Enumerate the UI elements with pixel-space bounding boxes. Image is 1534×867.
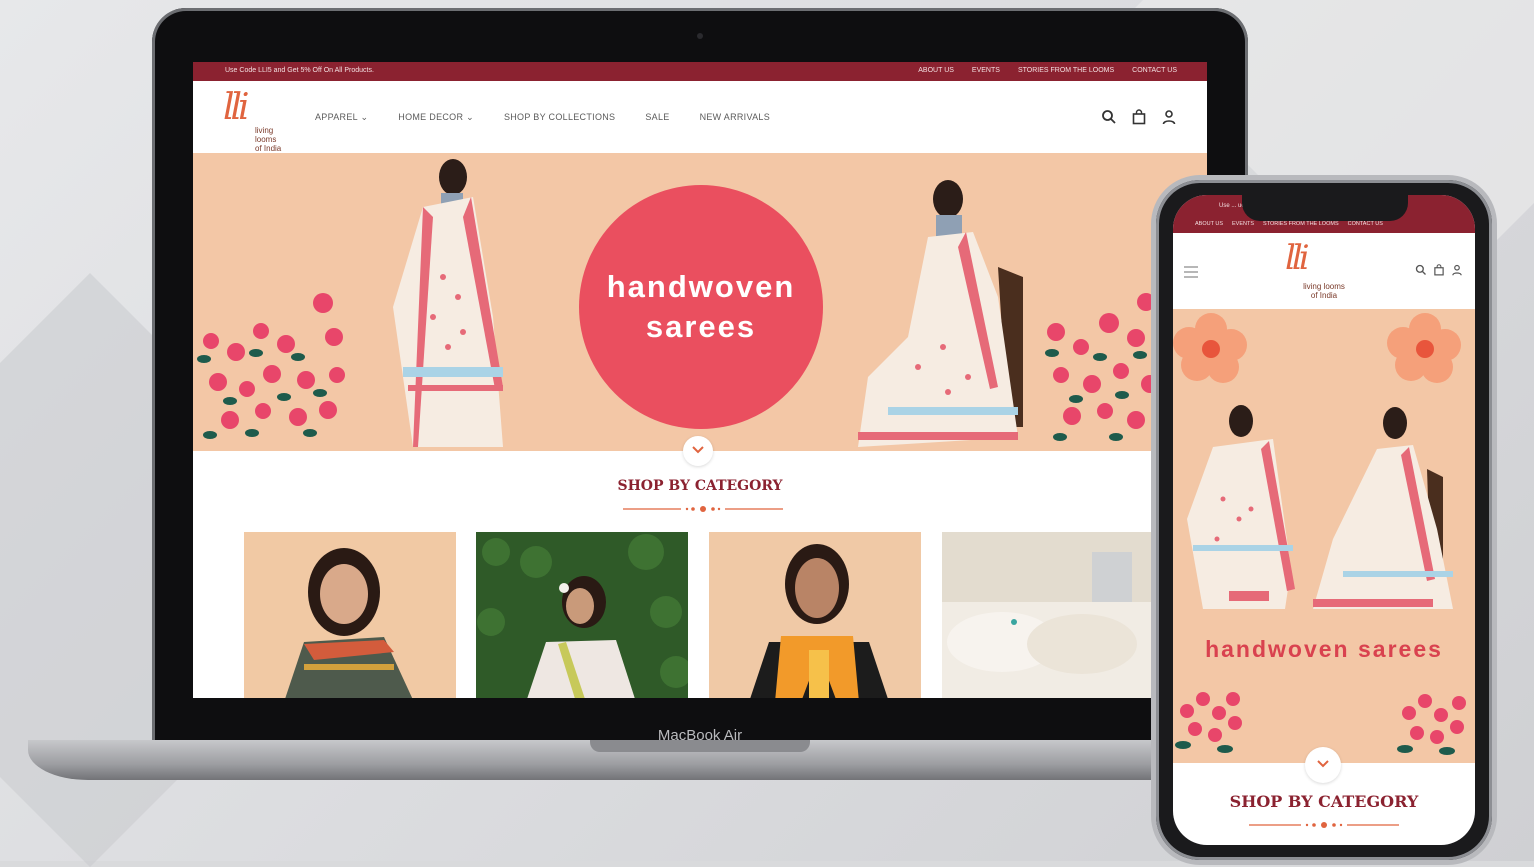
category-image (942, 552, 1154, 698)
logo-subtitle: living looms of India (1289, 282, 1359, 300)
topbar-link-events[interactable]: EVENTS (972, 67, 1000, 74)
chevron-down-icon (692, 446, 704, 454)
bag-icon[interactable] (1433, 264, 1445, 276)
section-title: SHOP BY CATEGORY (1229, 792, 1419, 811)
topbar-link-about[interactable]: ABOUT US (1195, 221, 1223, 227)
section-title: SHOP BY CATEGORY (617, 478, 783, 494)
announcement-bar: Use Code LLI5 and Get 5% Off On All Prod… (193, 62, 1207, 81)
nav-item-home-decor[interactable]: HOME DECOR ⌄ (398, 112, 474, 123)
scroll-down-button[interactable] (1305, 747, 1341, 783)
category-card-sarees[interactable] (244, 532, 456, 698)
hero-banner[interactable]: handwoven sarees (1173, 309, 1475, 763)
scroll-down-button[interactable] (683, 436, 713, 466)
topbar-links: ABOUT US EVENTS STORIES FROM THE LOOMS C… (918, 67, 1177, 74)
laptop-camera (697, 33, 703, 39)
bag-icon[interactable] (1131, 109, 1147, 125)
flower-illustration-top-right (1387, 313, 1461, 383)
hero-title: handwoven sarees (1205, 636, 1443, 662)
topbar-links: ABOUT US EVENTS STORIES FROM THE LOOMS C… (1195, 221, 1383, 227)
flower-illustration-bottom (1180, 692, 1466, 744)
topbar-link-contact[interactable]: CONTACT US (1348, 221, 1383, 227)
topbar-link-events[interactable]: EVENTS (1232, 221, 1254, 227)
main-nav: APPAREL ⌄ HOME DECOR ⌄ SHOP BY COLLECTIO… (315, 112, 770, 123)
saree-model-image (393, 159, 503, 447)
category-card-dupattas[interactable] (476, 532, 688, 698)
topbar-link-about[interactable]: ABOUT US (918, 67, 954, 74)
logo-subtitle-line: of India (255, 144, 282, 153)
logo[interactable]: lli (223, 87, 249, 128)
logo[interactable]: lli (1285, 238, 1310, 278)
topbar-link-stories[interactable]: STORIES FROM THE LOOMS (1263, 221, 1339, 227)
site-header: lli living looms of India APPAREL ⌄ HOME… (193, 81, 1207, 153)
logo-subtitle-line: of India (1310, 291, 1338, 300)
nav-item-new-arrivals[interactable]: NEW ARRIVALS (700, 112, 770, 123)
chevron-down-icon: ⌄ (466, 112, 474, 122)
category-card-stoles[interactable] (709, 532, 921, 698)
user-icon[interactable] (1451, 264, 1463, 276)
category-image (750, 544, 888, 698)
laptop-screen: Use Code LLI5 and Get 5% Off On All Prod… (193, 62, 1207, 698)
nav-item-collections[interactable]: SHOP BY COLLECTIONS (504, 112, 615, 123)
hero-illustration (1173, 313, 1466, 755)
ornament-divider (1249, 822, 1399, 828)
logo-subtitle: living looms of India (255, 126, 295, 153)
category-image (285, 548, 413, 698)
search-icon[interactable] (1415, 264, 1427, 276)
hero-banner[interactable]: handwoven sarees (193, 153, 1207, 451)
nav-item-sale[interactable]: SALE (645, 112, 669, 123)
hamburger-menu-icon[interactable] (1184, 266, 1198, 281)
nav-item-apparel[interactable]: APPAREL ⌄ (315, 112, 368, 123)
hero-title: handwoven sarees (606, 269, 796, 344)
header-icons (1415, 264, 1463, 276)
logo-subtitle-line: living looms (255, 126, 277, 144)
topbar-link-contact[interactable]: CONTACT US (1132, 67, 1177, 74)
promo-text: Use Code LLI5 and Get 5% Off On All Prod… (225, 67, 374, 74)
topbar-link-stories[interactable]: STORIES FROM THE LOOMS (1018, 67, 1114, 74)
header-icons (1101, 109, 1177, 125)
category-card-home-decor[interactable] (942, 532, 1154, 698)
nav-label: HOME DECOR (398, 112, 464, 122)
chevron-down-icon (1317, 760, 1329, 768)
nav-label: APPAREL (315, 112, 358, 122)
site-header: lli living looms of India (1173, 233, 1475, 309)
phone-screen: Use ... ucts. ABOUT US EVENTS STORIES FR… (1173, 195, 1475, 845)
user-icon[interactable] (1161, 109, 1177, 125)
logo-subtitle-line: living looms (1303, 282, 1345, 291)
saree-model-image (858, 180, 1023, 447)
search-icon[interactable] (1101, 109, 1117, 125)
chevron-down-icon: ⌄ (360, 112, 369, 122)
phone-notch (1242, 195, 1408, 221)
category-image (477, 534, 688, 698)
ornament-divider (623, 506, 783, 512)
flower-illustration-top-left (1173, 313, 1247, 383)
device-label: MacBook Air (657, 727, 743, 744)
